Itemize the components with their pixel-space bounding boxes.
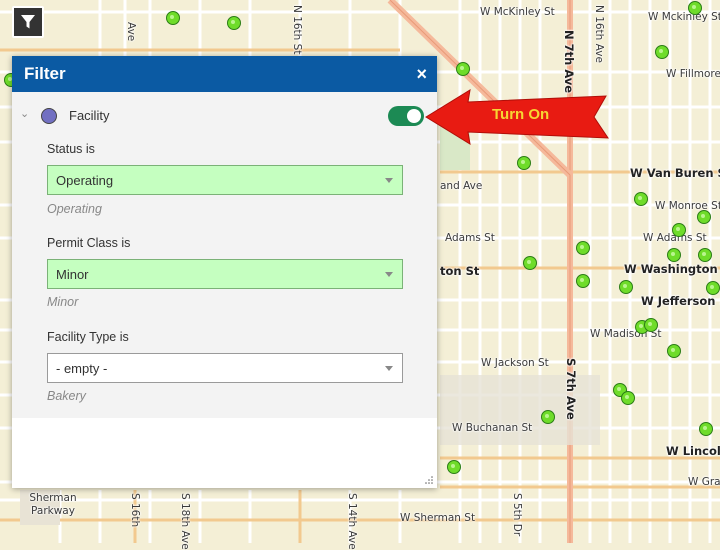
facility-dot[interactable]: [699, 422, 713, 436]
street-label: Adams St: [445, 232, 495, 244]
facility-type-select[interactable]: - empty -: [47, 353, 403, 383]
street-label: W Jefferson St: [641, 294, 720, 308]
panel-header: Filter ×: [12, 56, 437, 92]
facility-dot[interactable]: [166, 11, 180, 25]
layer-swatch-icon: [41, 108, 57, 124]
street-label: W Van Buren St: [630, 166, 720, 180]
facility-dot[interactable]: [706, 281, 720, 295]
layer-row: ⌄ Facility: [12, 106, 437, 126]
layer-name: Facility: [69, 108, 110, 123]
street-label: W Monroe St: [655, 200, 720, 212]
street-label: and Ave: [440, 180, 483, 192]
permit-class-select-value: Minor: [56, 266, 89, 282]
street-label: S 18th Ave: [179, 493, 191, 550]
street-label: N 7th Ave: [562, 30, 576, 94]
facility-dot[interactable]: [655, 45, 669, 59]
facility-dot[interactable]: [227, 16, 241, 30]
facility-dot[interactable]: [576, 274, 590, 288]
street-label: W Jackson St: [481, 357, 549, 369]
street-label: S 7th Ave: [564, 358, 578, 420]
facility-dot[interactable]: [667, 248, 681, 262]
filter-hint-facility-type: Bakery: [47, 389, 86, 403]
status-select[interactable]: Operating: [47, 165, 403, 195]
chevron-down-icon[interactable]: ⌄: [20, 107, 29, 120]
filter-label-permit-class: Permit Class is: [47, 236, 131, 250]
facility-dot[interactable]: [644, 318, 658, 332]
filter-hint-status: Operating: [47, 202, 102, 216]
turn-on-callout: Turn On: [424, 88, 612, 146]
street-label: ton St: [440, 264, 480, 278]
street-label: S 5th Dr: [511, 493, 523, 537]
facility-dot[interactable]: [621, 391, 635, 405]
chevron-down-icon: [385, 272, 393, 277]
resize-handle-icon[interactable]: [425, 476, 433, 484]
filter-panel: Filter × ⌄ Facility Status is Operating …: [12, 56, 437, 488]
facility-dot[interactable]: [576, 241, 590, 255]
street-label: S 16th: [129, 493, 141, 528]
facility-dot[interactable]: [688, 1, 702, 15]
street-label: S 14th Ave: [346, 493, 358, 550]
facility-dot[interactable]: [523, 256, 537, 270]
status-select-value: Operating: [56, 172, 114, 188]
layer-toggle[interactable]: [388, 106, 424, 126]
filter-label-status: Status is: [47, 142, 95, 156]
facility-type-select-value: - empty -: [56, 360, 108, 376]
street-label: W Gra: [688, 476, 720, 488]
facility-dot[interactable]: [456, 62, 470, 76]
facility-dot[interactable]: [672, 223, 686, 237]
callout-text: Turn On: [492, 106, 550, 123]
filter-label-facility-type: Facility Type is: [47, 330, 129, 344]
chevron-down-icon: [385, 366, 393, 371]
street-label: Sherman Parkway: [29, 492, 77, 517]
permit-class-select[interactable]: Minor: [47, 259, 403, 289]
street-label: W Washington St: [624, 262, 720, 276]
street-label: W Lincoln: [666, 444, 720, 458]
facility-dot[interactable]: [634, 192, 648, 206]
filter-toolbar-button[interactable]: [12, 6, 44, 38]
street-label: W McKinley St: [480, 6, 555, 18]
facility-dot[interactable]: [697, 210, 711, 224]
panel-title: Filter: [24, 64, 66, 83]
facility-dot[interactable]: [517, 156, 531, 170]
street-label: Ave: [125, 22, 137, 42]
facility-dot[interactable]: [698, 248, 712, 262]
facility-dot[interactable]: [447, 460, 461, 474]
panel-body: ⌄ Facility Status is Operating Operating…: [12, 92, 437, 418]
chevron-down-icon: [385, 178, 393, 183]
street-label: N 16th St: [291, 5, 303, 55]
street-label: W Sherman St: [400, 512, 476, 524]
street-label: W Fillmore St: [666, 68, 720, 80]
street-label: W Mckinley St: [648, 11, 720, 23]
street-label: W Buchanan St: [452, 422, 533, 434]
facility-dot[interactable]: [667, 344, 681, 358]
facility-dot[interactable]: [619, 280, 633, 294]
filter-hint-permit-class: Minor: [47, 295, 79, 309]
funnel-icon: [21, 15, 35, 29]
close-icon[interactable]: ×: [416, 64, 427, 85]
street-label: N 16th Ave: [593, 5, 605, 63]
facility-dot[interactable]: [541, 410, 555, 424]
